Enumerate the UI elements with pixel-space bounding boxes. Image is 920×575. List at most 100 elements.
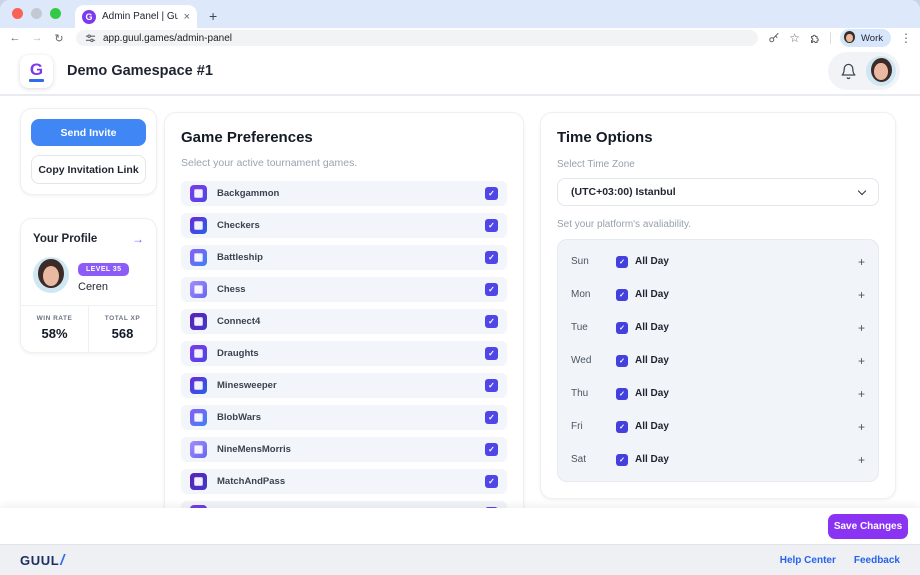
day-label: Sun	[571, 256, 616, 267]
game-icon	[190, 313, 207, 330]
game-row[interactable]: NineMensMorris✓	[181, 437, 507, 462]
availability-label: Set your platform's avaliability.	[557, 219, 879, 230]
game-checkbox[interactable]: ✓	[485, 315, 498, 328]
window-zoom-button[interactable]	[50, 8, 61, 19]
feedback-link[interactable]: Feedback	[854, 555, 900, 566]
game-preferences-title: Game Preferences	[181, 129, 507, 146]
all-day-checkbox[interactable]: ✓	[616, 256, 628, 268]
copy-invitation-link-button[interactable]: Copy Invitation Link	[31, 155, 146, 184]
guul-footer-logo: GUUL /	[20, 552, 65, 569]
game-row[interactable]: Battleship ✓	[181, 245, 507, 270]
back-icon[interactable]: ←	[8, 32, 22, 44]
game-row[interactable]: Minesweeper✓	[181, 373, 507, 398]
help-center-link[interactable]: Help Center	[780, 555, 836, 566]
send-invite-button[interactable]: Send Invite	[31, 119, 146, 146]
add-time-slot-button[interactable]: +	[858, 354, 865, 368]
game-checkbox[interactable]: ✓	[485, 379, 498, 392]
password-key-icon[interactable]	[768, 32, 780, 44]
site-settings-icon[interactable]	[85, 33, 96, 44]
game-checkbox[interactable]: ✓	[485, 283, 498, 296]
game-icon	[190, 345, 207, 362]
day-row: Sun✓All Day+	[571, 245, 865, 278]
game-name-label: Battleship	[217, 252, 263, 263]
game-row[interactable]: Backgammon✓	[181, 181, 507, 206]
game-row[interactable]: MatchAndPass✓	[181, 469, 507, 494]
add-time-slot-button[interactable]: +	[858, 255, 865, 269]
tab-title: Admin Panel | Guul	[102, 11, 178, 22]
game-name-label: Chess	[217, 284, 246, 295]
game-checkbox[interactable]: ✓	[485, 251, 498, 264]
save-bar: Save Changes	[0, 508, 920, 544]
game-checkbox[interactable]: ✓	[485, 443, 498, 456]
all-day-checkbox[interactable]: ✓	[616, 355, 628, 367]
day-list: Sun✓All Day+Mon✓All Day+Tue✓All Day+Wed✓…	[557, 239, 879, 482]
all-day-checkbox[interactable]: ✓	[616, 388, 628, 400]
add-time-slot-button[interactable]: +	[858, 387, 865, 401]
add-time-slot-button[interactable]: +	[858, 453, 865, 467]
save-changes-button[interactable]: Save Changes	[828, 514, 908, 539]
game-checkbox[interactable]: ✓	[485, 187, 498, 200]
add-time-slot-button[interactable]: +	[858, 321, 865, 335]
profile-arrow-icon[interactable]: →	[132, 232, 144, 246]
new-tab-button[interactable]: +	[197, 8, 217, 28]
footer-logo-slash: /	[60, 552, 65, 569]
profile-avatar	[33, 257, 69, 293]
day-row: Sat✓All Day+	[571, 443, 865, 476]
browser-window: G Admin Panel | Guul × + ← → ↻ app.guul.…	[0, 0, 920, 575]
notifications-bell-icon[interactable]	[840, 63, 857, 80]
tab-favicon: G	[82, 10, 96, 24]
game-checkbox[interactable]: ✓	[485, 475, 498, 488]
game-icon	[190, 409, 207, 426]
window-minimize-button[interactable]	[31, 8, 42, 19]
game-name-label: Checkers	[217, 220, 260, 231]
stat-value: 58%	[21, 326, 88, 341]
game-row[interactable]: Checkers ✓	[181, 213, 507, 238]
profile-card-header: Your Profile →	[21, 219, 156, 255]
add-time-slot-button[interactable]: +	[858, 288, 865, 302]
reload-icon[interactable]: ↻	[52, 32, 66, 45]
all-day-checkbox[interactable]: ✓	[616, 322, 628, 334]
game-checkbox[interactable]: ✓	[485, 347, 498, 360]
guul-logo[interactable]: G	[20, 55, 53, 88]
game-icon	[190, 249, 207, 266]
all-day-label: All Day	[635, 454, 669, 465]
toolbar-right: ☆ Work ⋮	[768, 29, 912, 47]
game-preferences-subtitle: Select your active tournament games.	[181, 157, 507, 169]
game-preferences-card: Game Preferences Select your active tour…	[164, 112, 524, 575]
browser-profile-chip[interactable]: Work	[840, 29, 891, 47]
day-label: Tue	[571, 322, 616, 333]
day-row: Fri✓All Day+	[571, 410, 865, 443]
game-list: Backgammon✓Checkers✓Battleship✓Chess✓Con…	[181, 181, 507, 526]
game-row[interactable]: Chess ✓	[181, 277, 507, 302]
stat-label: TOTAL XP	[89, 315, 156, 322]
game-checkbox[interactable]: ✓	[485, 219, 498, 232]
timezone-select[interactable]: (UTC+03:00) Istanbul	[557, 178, 879, 206]
browser-menu-icon[interactable]: ⋮	[900, 31, 912, 45]
tab-close-icon[interactable]: ×	[184, 11, 190, 23]
forward-icon[interactable]: →	[30, 32, 44, 44]
game-row[interactable]: Connect4✓	[181, 309, 507, 334]
all-day-label: All Day	[635, 388, 669, 399]
all-day-label: All Day	[635, 322, 669, 333]
game-row[interactable]: BlobWars✓	[181, 405, 507, 430]
all-day-checkbox[interactable]: ✓	[616, 454, 628, 466]
game-checkbox[interactable]: ✓	[485, 411, 498, 424]
browser-profile-label: Work	[861, 33, 883, 44]
all-day-checkbox[interactable]: ✓	[616, 421, 628, 433]
logo-letter: G	[30, 61, 43, 78]
day-row: Tue✓ All Day +	[571, 311, 865, 344]
browser-tab[interactable]: G Admin Panel | Guul ×	[75, 5, 197, 28]
window-close-button[interactable]	[12, 8, 23, 19]
all-day-checkbox[interactable]: ✓	[616, 289, 628, 301]
app-header: G Demo Gamespace #1	[0, 48, 920, 96]
address-bar[interactable]: app.guul.games/admin-panel	[76, 30, 758, 46]
day-label: Wed	[571, 355, 616, 366]
add-time-slot-button[interactable]: +	[858, 420, 865, 434]
profile-card-body: LEVEL 35 Ceren	[21, 255, 156, 305]
game-row[interactable]: Draughts✓	[181, 341, 507, 366]
header-actions	[828, 52, 900, 90]
bookmark-star-icon[interactable]: ☆	[789, 32, 800, 44]
user-avatar[interactable]	[866, 56, 896, 86]
extensions-puzzle-icon[interactable]	[809, 32, 821, 44]
browser-toolbar: ← → ↻ app.guul.games/admin-panel ☆ Work …	[0, 28, 920, 48]
